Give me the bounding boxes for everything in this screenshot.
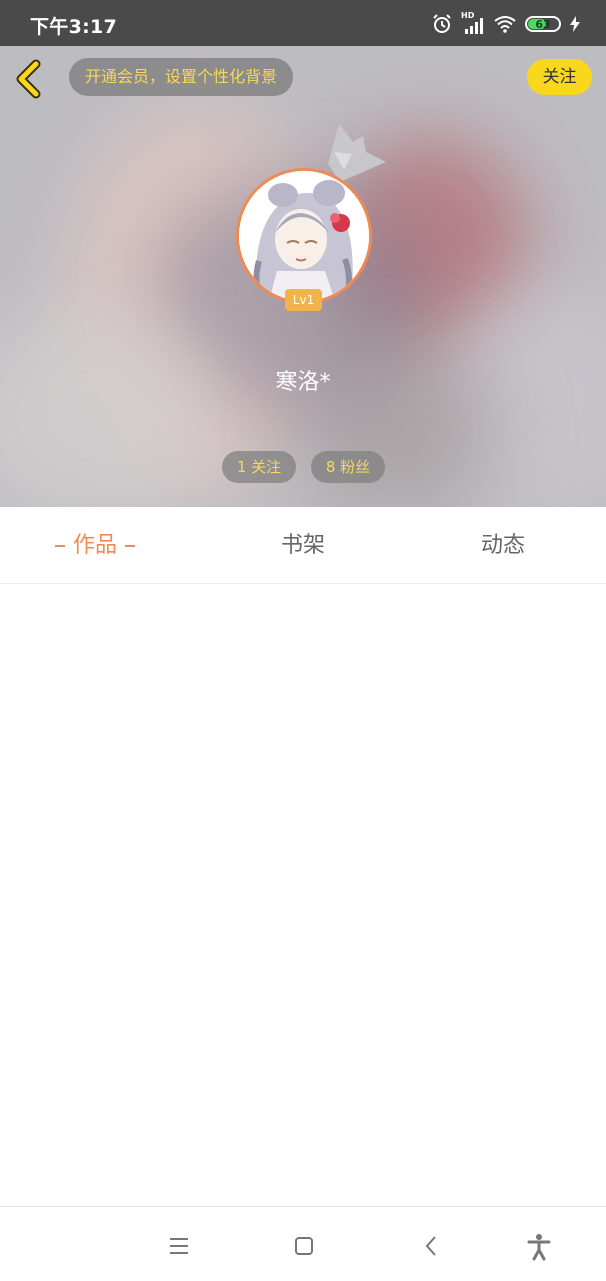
followers-count[interactable]: 8 粉丝 <box>311 451 385 483</box>
avatar-image <box>239 171 369 301</box>
accessibility-button[interactable] <box>524 1231 554 1261</box>
status-bar: 下午3:17 HD 63 <box>0 0 606 46</box>
profile-tabs: 作品 书架 动态 <box>0 508 606 584</box>
home-icon <box>295 1237 313 1255</box>
tab-works[interactable]: 作品 <box>55 508 136 583</box>
following-count[interactable]: 1 关注 <box>222 451 296 483</box>
battery-icon: 63 <box>525 16 561 32</box>
level-badge: Lv1 <box>285 289 322 311</box>
status-time: 下午3:17 <box>30 16 118 38</box>
home-button[interactable] <box>289 1231 319 1261</box>
profile-header: 开通会员，设置个性化背景 关注 Lv1 寒洛* 1 关注 8 粉丝 <box>0 46 606 507</box>
menu-button[interactable] <box>164 1231 194 1261</box>
menu-icon <box>170 1238 188 1254</box>
avatar[interactable] <box>236 168 372 304</box>
system-nav-bar <box>0 1206 606 1281</box>
username: 寒洛* <box>275 370 331 395</box>
tab-content <box>0 584 606 1206</box>
follow-button[interactable]: 关注 <box>527 59 592 95</box>
battery-level: 63 <box>535 17 551 31</box>
back-icon <box>425 1236 436 1256</box>
tab-indicator-right <box>125 545 136 547</box>
nav-back-button[interactable] <box>416 1231 446 1261</box>
signal-icon: HD <box>461 11 485 34</box>
wifi-icon <box>494 16 516 33</box>
back-button[interactable] <box>12 58 48 100</box>
accessibility-icon <box>527 1234 551 1261</box>
tab-indicator-left <box>55 545 65 547</box>
back-arrow-icon <box>16 59 41 99</box>
status-icons: HD 63 <box>432 11 580 35</box>
tab-bookshelf[interactable]: 书架 <box>281 508 325 583</box>
vip-background-banner[interactable]: 开通会员，设置个性化背景 <box>69 58 294 96</box>
tab-works-label: 作品 <box>73 533 118 558</box>
charging-icon <box>570 16 580 32</box>
alarm-icon <box>433 14 451 33</box>
tab-activity[interactable]: 动态 <box>481 508 525 583</box>
